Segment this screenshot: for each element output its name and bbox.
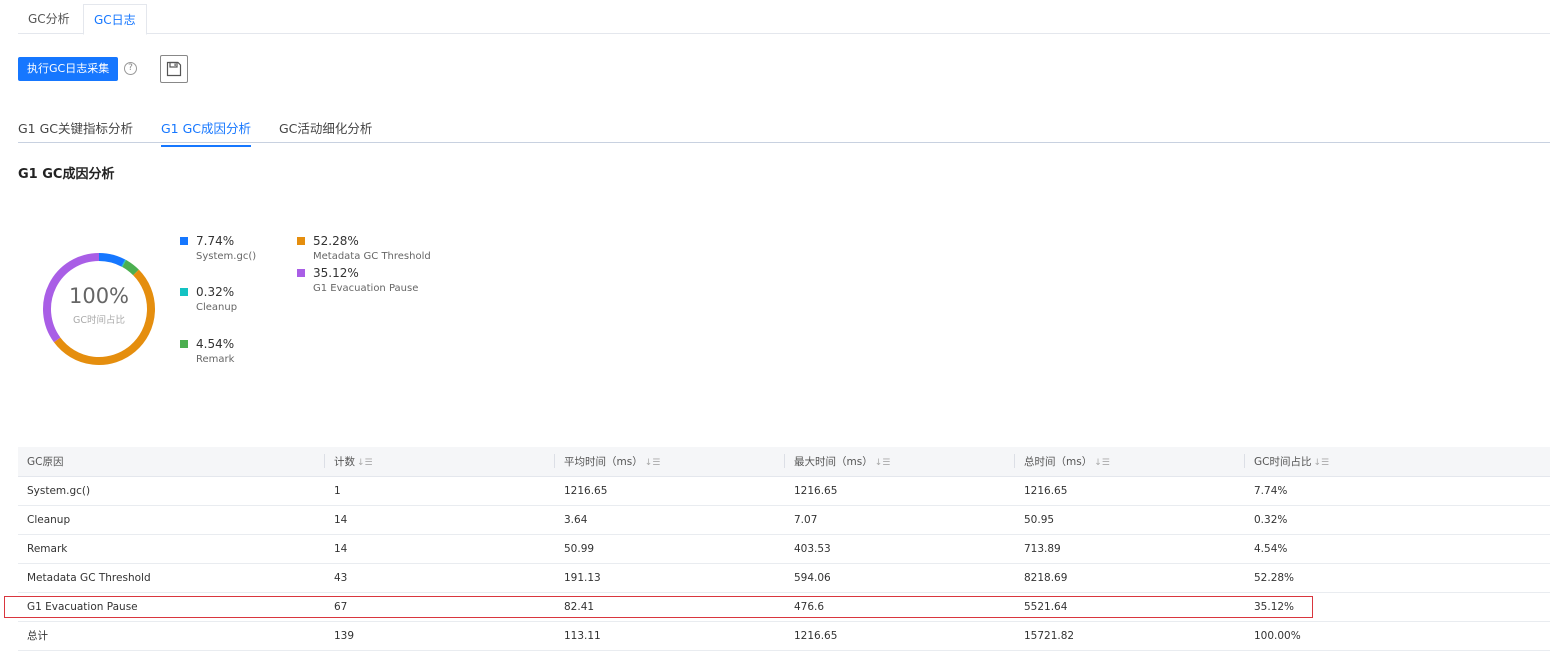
legend-swatch — [180, 340, 188, 348]
table-row: G1 Evacuation Pause 67 82.41 476.6 5521.… — [18, 592, 1550, 622]
sort-icon[interactable]: ↓☰ — [875, 458, 891, 468]
cell-max: 1216.65 — [785, 476, 1015, 506]
cell-avg: 1216.65 — [555, 476, 785, 506]
legend-pct: 7.74% — [196, 234, 235, 248]
legend-pct: 35.12% — [313, 266, 359, 280]
collect-gc-log-button[interactable]: 执行GC日志采集 — [18, 57, 119, 81]
cell-count: 67 — [325, 592, 555, 622]
sort-icon[interactable]: ↓☰ — [1094, 458, 1110, 468]
cell-count: 14 — [325, 534, 555, 564]
cell-max: 7.07 — [785, 505, 1015, 535]
legend-pct: 52.28% — [313, 234, 359, 248]
table-row: System.gc() 1 1216.65 1216.65 1216.65 7.… — [18, 476, 1550, 506]
donut-center: 100% GC时间占比 — [40, 284, 158, 326]
cell-ratio: 7.74% — [1245, 476, 1550, 506]
top-tabs: GC分析 GC日志 — [18, 4, 1550, 35]
table-row: Cleanup 14 3.64 7.07 50.95 0.32% — [18, 505, 1550, 535]
sub-tabs: G1 GC关键指标分析 G1 GC成因分析 GC活动细化分析 — [18, 112, 1550, 147]
cell-avg: 50.99 — [555, 534, 785, 564]
cell-max: 403.53 — [785, 534, 1015, 564]
cell-max: 594.06 — [785, 563, 1015, 593]
table-row-total: 总计 139 113.11 1216.65 15721.82 100.00% — [18, 621, 1550, 651]
cell-count: 1 — [325, 476, 555, 506]
cell-ratio: 0.32% — [1245, 505, 1550, 535]
cell-ratio: 35.12% — [1245, 592, 1550, 622]
donut-slice-remark[interactable] — [122, 260, 139, 276]
donut-center-label: GC时间占比 — [73, 315, 125, 326]
cell-total: 50.95 — [1015, 505, 1245, 535]
tab-gc-analysis[interactable]: GC分析 — [18, 4, 80, 34]
cell-total: 713.89 — [1015, 534, 1245, 564]
cell-ratio: 52.28% — [1245, 563, 1550, 593]
legend-name: G1 Evacuation Pause — [313, 283, 419, 294]
tab-key-metrics[interactable]: G1 GC关键指标分析 — [18, 118, 133, 137]
cell-total: 1216.65 — [1015, 476, 1245, 506]
cell-cause: G1 Evacuation Pause — [18, 592, 325, 622]
legend-name: Cleanup — [196, 302, 238, 313]
header-gc-time-ratio[interactable]: GC时间占比 ↓☰ — [1245, 447, 1550, 477]
cell-avg: 191.13 — [555, 563, 785, 593]
cell-avg: 3.64 — [555, 505, 785, 535]
sort-icon[interactable]: ↓☰ — [357, 458, 373, 468]
tab-gc-log[interactable]: GC日志 — [83, 4, 147, 35]
cell-total: 15721.82 — [1015, 621, 1245, 651]
legend-name: Remark — [196, 354, 235, 365]
cell-count: 43 — [325, 563, 555, 593]
cell-ratio: 4.54% — [1245, 534, 1550, 564]
legend-pct: 4.54% — [196, 337, 235, 351]
legend-swatch — [180, 237, 188, 245]
header-gc-cause: GC原因 — [18, 447, 325, 477]
table-row: Remark 14 50.99 403.53 713.89 4.54% — [18, 534, 1550, 564]
sort-icon[interactable]: ↓☰ — [645, 458, 661, 468]
save-icon — [166, 61, 182, 77]
cell-cause: System.gc() — [18, 476, 325, 506]
table-header-row: GC原因 计数 ↓☰ 平均时间（ms） ↓☰ 最大时间（ms） ↓☰ 总时间（ms） ↓… — [18, 447, 1550, 477]
table-row: Metadata GC Threshold 43 191.13 594.06 8… — [18, 563, 1550, 593]
tab-cause-analysis[interactable]: G1 GC成因分析 — [161, 118, 252, 147]
cell-count: 14 — [325, 505, 555, 535]
cell-ratio: 100.00% — [1245, 621, 1550, 651]
header-max-time[interactable]: 最大时间（ms） ↓☰ — [785, 447, 1015, 477]
sort-icon[interactable]: ↓☰ — [1313, 458, 1329, 468]
help-icon[interactable]: ? — [124, 62, 137, 75]
cell-cause: Remark — [18, 534, 325, 564]
donut-center-value: 100% — [68, 284, 130, 308]
gc-cause-table: GC原因 计数 ↓☰ 平均时间（ms） ↓☰ 最大时间（ms） ↓☰ 总时间（ms） ↓… — [18, 447, 1550, 651]
header-avg-time[interactable]: 平均时间（ms） ↓☰ — [555, 447, 785, 477]
section-title: G1 GC成因分析 — [18, 167, 115, 182]
cell-avg: 82.41 — [555, 592, 785, 622]
header-total-time[interactable]: 总时间（ms） ↓☰ — [1015, 447, 1245, 477]
cell-cause: Metadata GC Threshold — [18, 563, 325, 593]
cell-avg: 113.11 — [555, 621, 785, 651]
legend-swatch — [297, 269, 305, 277]
legend-swatch — [180, 288, 188, 296]
donut-slice-system-gc[interactable] — [98, 253, 126, 267]
cell-total: 5521.64 — [1015, 592, 1245, 622]
save-button[interactable] — [160, 55, 188, 83]
cell-total: 8218.69 — [1015, 563, 1245, 593]
cell-max: 1216.65 — [785, 621, 1015, 651]
tab-activity-detail[interactable]: GC活动细化分析 — [279, 118, 372, 137]
cell-cause: Cleanup — [18, 505, 325, 535]
legend-name: Metadata GC Threshold — [313, 251, 431, 262]
cell-count: 139 — [325, 621, 555, 651]
legend-pct: 0.32% — [196, 285, 235, 299]
header-count[interactable]: 计数 ↓☰ — [325, 447, 555, 477]
legend-name: System.gc() — [196, 251, 257, 262]
legend-swatch — [297, 237, 305, 245]
cell-cause: 总计 — [18, 621, 325, 651]
cell-max: 476.6 — [785, 592, 1015, 622]
